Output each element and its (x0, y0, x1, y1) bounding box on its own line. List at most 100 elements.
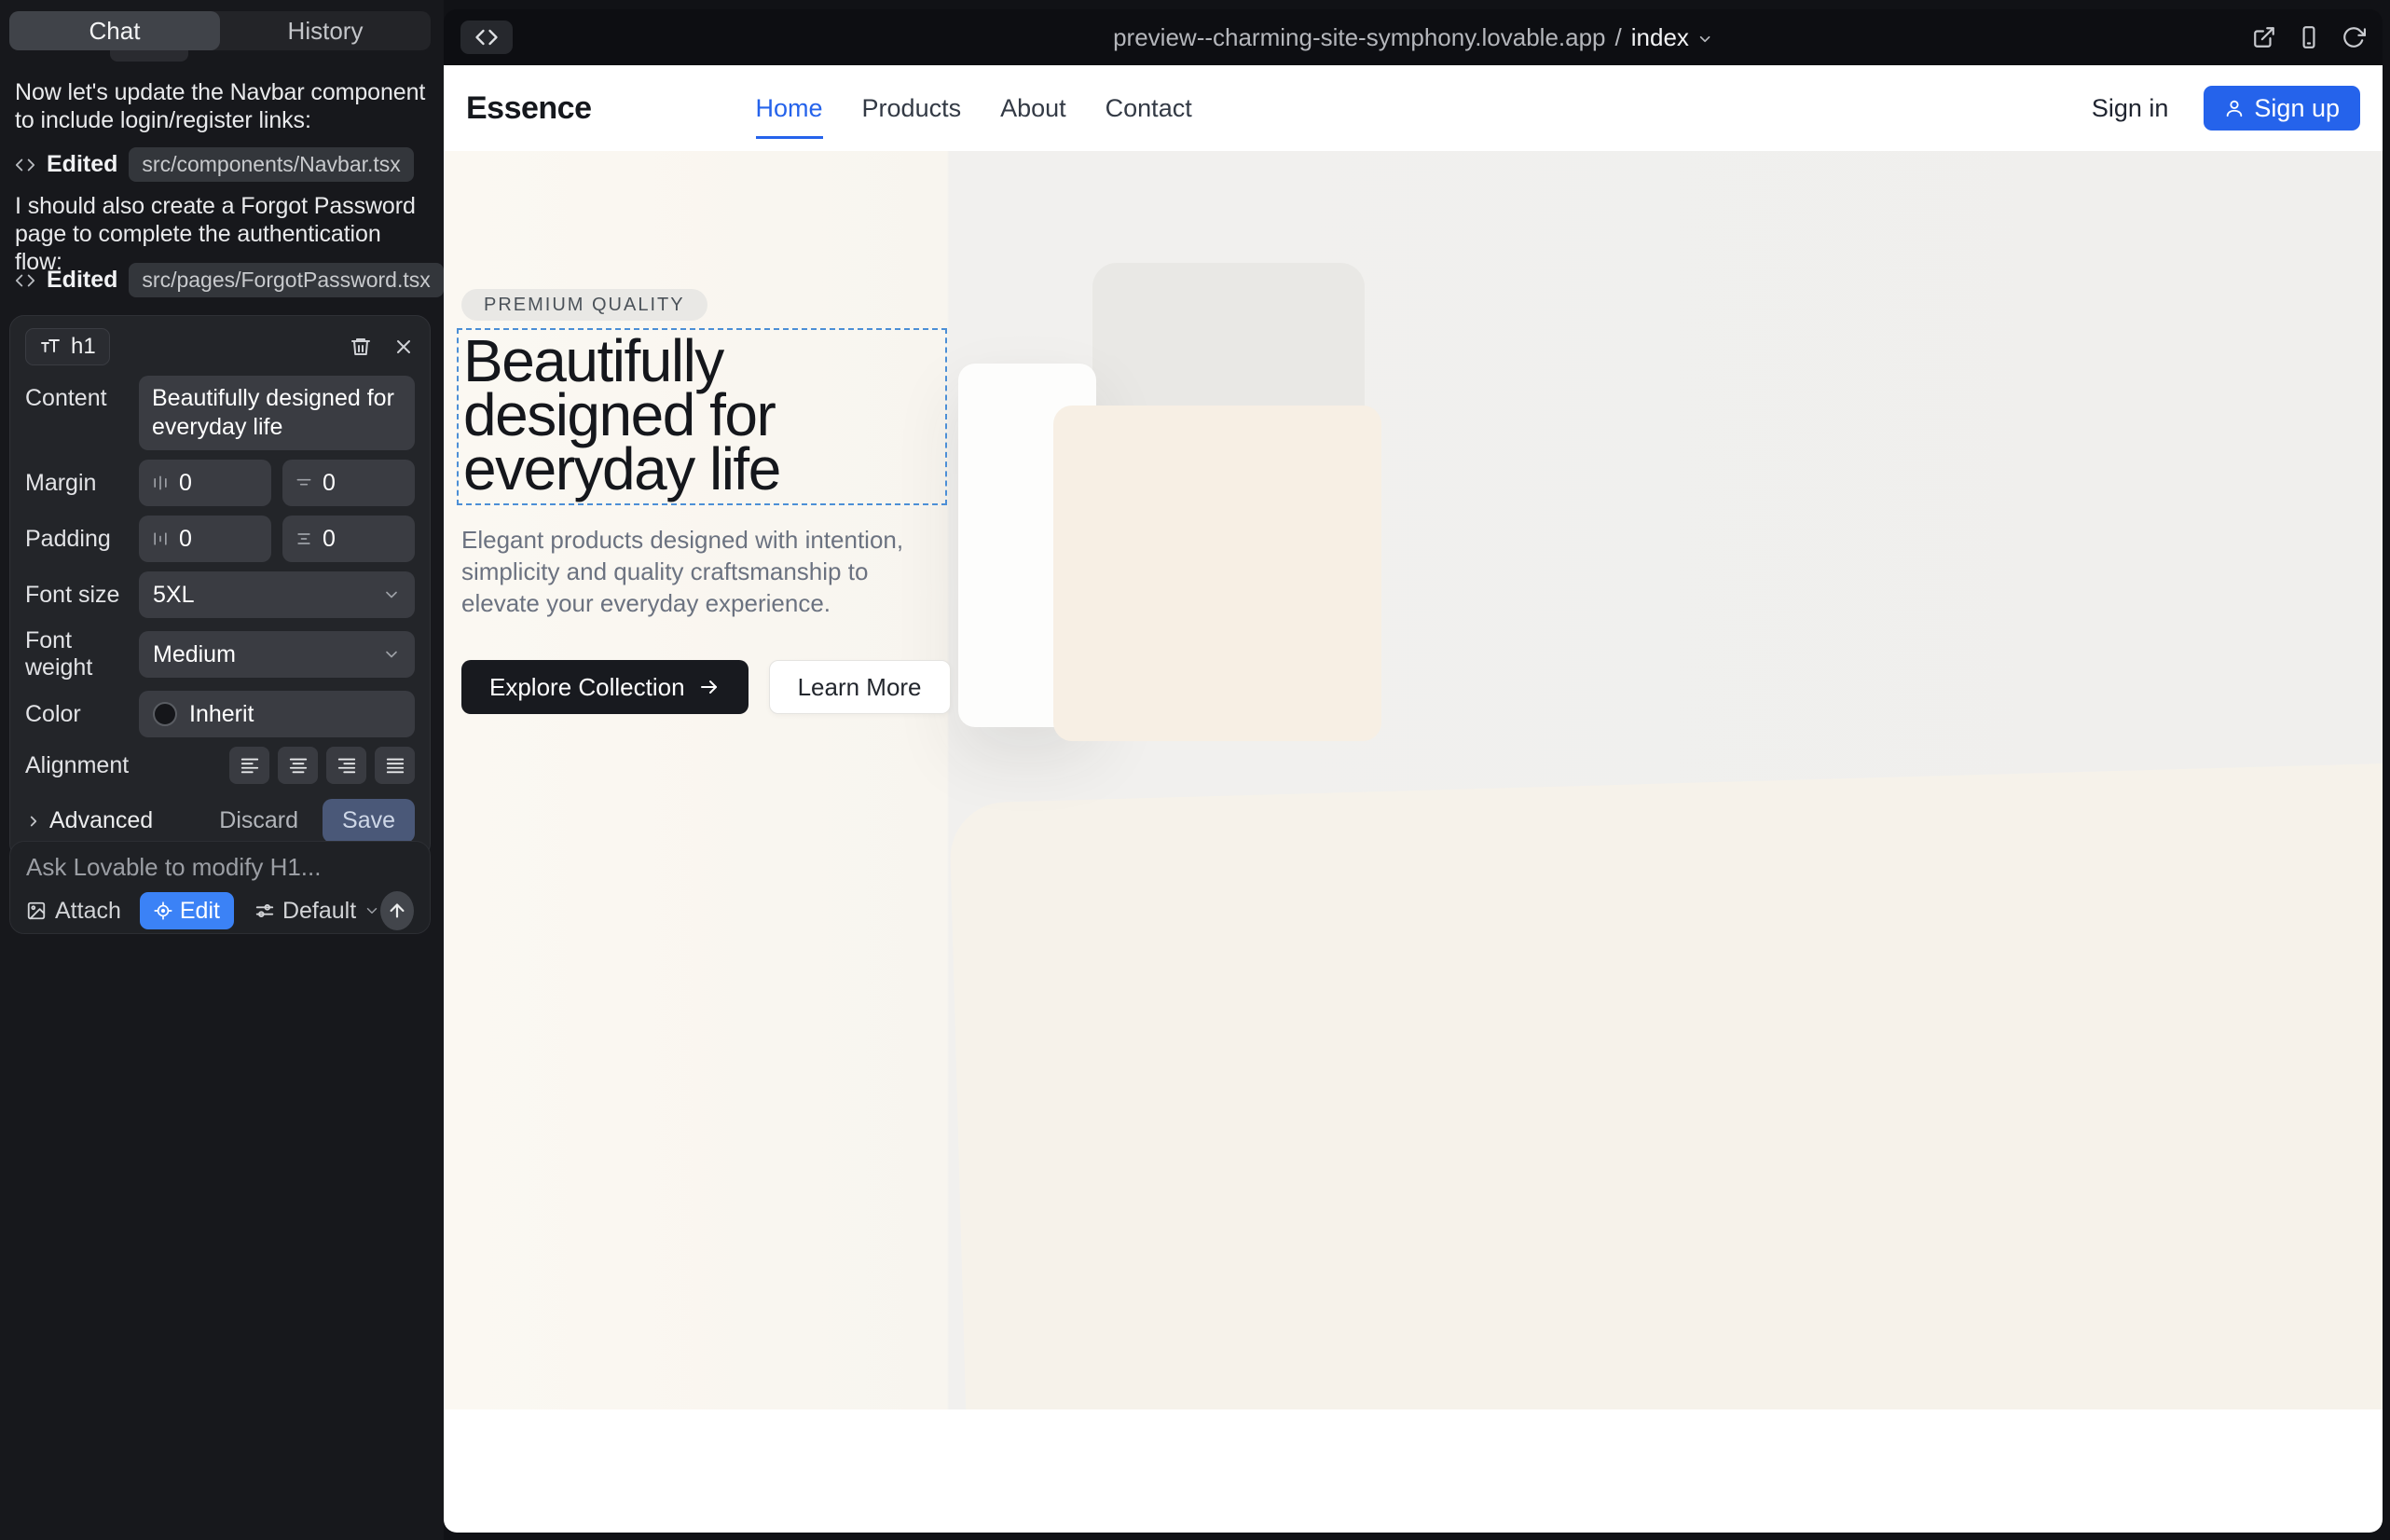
edited-label: Edited (47, 267, 117, 294)
user-icon (2224, 98, 2245, 118)
mobile-view-button[interactable] (2297, 25, 2321, 49)
content-label: Content (25, 376, 139, 412)
open-external-button[interactable] (2252, 25, 2276, 49)
site-page: Essence Home Products About Contact Sign… (444, 65, 2383, 1533)
margin-x-value: 0 (179, 470, 192, 497)
preview-window: preview--charming-site-symphony.lovable.… (444, 9, 2383, 1533)
prompt-input[interactable] (26, 853, 414, 882)
url-page: index (1631, 23, 1689, 52)
site-navbar: Essence Home Products About Contact Sign… (444, 65, 2383, 151)
element-editor-panel: h1 Content Beautifully designed for ever… (9, 315, 431, 859)
code-icon (15, 155, 35, 175)
learn-more-button[interactable]: Learn More (769, 660, 951, 714)
content-input[interactable]: Beautifully designed for everyday life (139, 376, 415, 450)
discard-button[interactable]: Discard (219, 807, 298, 834)
file-badge-forgot-password[interactable]: src/pages/ForgotPassword.tsx (129, 263, 443, 297)
decorative-cream-card (1053, 406, 1381, 741)
code-view-toggle[interactable] (460, 21, 513, 54)
sign-up-label: Sign up (2254, 94, 2340, 123)
attach-button[interactable]: Attach (26, 898, 121, 925)
chevron-down-icon (364, 902, 380, 919)
hero-paragraph[interactable]: Elegant products designed with intention… (461, 524, 932, 619)
tab-history[interactable]: History (220, 11, 431, 50)
align-right-button[interactable] (326, 747, 366, 784)
font-size-value: 5XL (153, 582, 194, 609)
h1-selection-outline: Beautifully designed for everyday life (457, 328, 947, 505)
file-badge-navbar[interactable]: src/components/Navbar.tsx (129, 147, 413, 182)
align-center-button[interactable] (278, 747, 318, 784)
margin-x-icon (151, 474, 170, 492)
refresh-button[interactable] (2342, 25, 2366, 49)
font-weight-value: Medium (153, 641, 236, 668)
tab-chat[interactable]: Chat (9, 11, 220, 50)
nav-link-about[interactable]: About (1000, 94, 1066, 123)
alignment-label: Alignment (25, 752, 139, 779)
hero-badge: PREMIUM QUALITY (461, 289, 707, 321)
url-breadcrumb[interactable]: preview--charming-site-symphony.lovable.… (1113, 23, 1713, 52)
font-size-select[interactable]: 5XL (139, 571, 415, 618)
chat-message: Now let's update the Navbar component to… (15, 78, 429, 134)
color-select[interactable]: Inherit (139, 691, 415, 737)
padding-y-value: 0 (323, 526, 336, 553)
site-brand[interactable]: Essence (466, 90, 592, 127)
explore-collection-label: Explore Collection (489, 673, 685, 702)
padding-x-icon (151, 529, 170, 548)
edited-label: Edited (47, 151, 117, 178)
model-default-label: Default (282, 898, 356, 925)
edit-mode-icon (154, 901, 172, 920)
margin-x-input[interactable]: 0 (139, 460, 271, 506)
chevron-down-icon (1696, 27, 1713, 48)
model-default-button[interactable]: Default (254, 898, 380, 925)
edit-mode-button[interactable]: Edit (140, 892, 234, 929)
font-weight-label: Font weight (25, 627, 139, 681)
margin-y-icon (295, 474, 313, 492)
chevron-down-icon (382, 645, 401, 664)
padding-x-value: 0 (179, 526, 192, 553)
image-icon (26, 901, 47, 921)
sliders-icon (254, 901, 275, 921)
sidebar-tabbar: Chat History (9, 11, 431, 50)
close-editor-button[interactable] (392, 336, 415, 358)
edited-file-row: Edited src/components/Navbar.tsx (15, 147, 414, 182)
padding-label: Padding (25, 526, 139, 553)
chevron-down-icon (382, 585, 401, 604)
color-value: Inherit (189, 701, 254, 728)
arrow-right-icon (698, 676, 721, 698)
send-button[interactable] (380, 891, 414, 930)
delete-element-button[interactable] (350, 336, 372, 358)
decorative-band (949, 760, 2383, 1409)
browser-bar: preview--charming-site-symphony.lovable.… (444, 9, 2383, 65)
element-tag-label: h1 (71, 334, 96, 360)
selected-element-pill[interactable]: h1 (25, 328, 110, 365)
nav-link-products[interactable]: Products (862, 94, 962, 123)
advanced-toggle[interactable]: Advanced (25, 807, 153, 834)
padding-y-input[interactable]: 0 (282, 516, 415, 562)
hero-heading[interactable]: Beautifully designed for everyday life (459, 330, 945, 496)
margin-y-value: 0 (323, 470, 336, 497)
explore-collection-button[interactable]: Explore Collection (461, 660, 749, 714)
margin-y-input[interactable]: 0 (282, 460, 415, 506)
align-left-button[interactable] (229, 747, 269, 784)
nav-link-home[interactable]: Home (756, 94, 823, 123)
margin-label: Margin (25, 470, 139, 497)
padding-x-input[interactable]: 0 (139, 516, 271, 562)
prompt-composer: Attach Edit Default (9, 841, 431, 934)
save-button[interactable]: Save (323, 799, 415, 843)
chevron-right-icon (25, 813, 42, 830)
sign-up-button[interactable]: Sign up (2204, 86, 2360, 131)
color-swatch (153, 702, 177, 726)
url-host: preview--charming-site-symphony.lovable.… (1113, 23, 1605, 52)
edit-mode-label: Edit (180, 898, 220, 925)
nav-link-contact[interactable]: Contact (1106, 94, 1192, 123)
code-icon (15, 270, 35, 291)
font-weight-select[interactable]: Medium (139, 631, 415, 678)
url-separator: / (1615, 23, 1622, 52)
font-size-label: Font size (25, 582, 139, 609)
typography-icon (39, 336, 62, 358)
padding-y-icon (295, 529, 313, 548)
color-label: Color (25, 701, 139, 728)
chat-sidebar: Chat History Now let's update the Navbar… (0, 0, 444, 1540)
advanced-label: Advanced (49, 807, 153, 834)
align-justify-button[interactable] (375, 747, 415, 784)
sign-in-link[interactable]: Sign in (2092, 94, 2169, 123)
